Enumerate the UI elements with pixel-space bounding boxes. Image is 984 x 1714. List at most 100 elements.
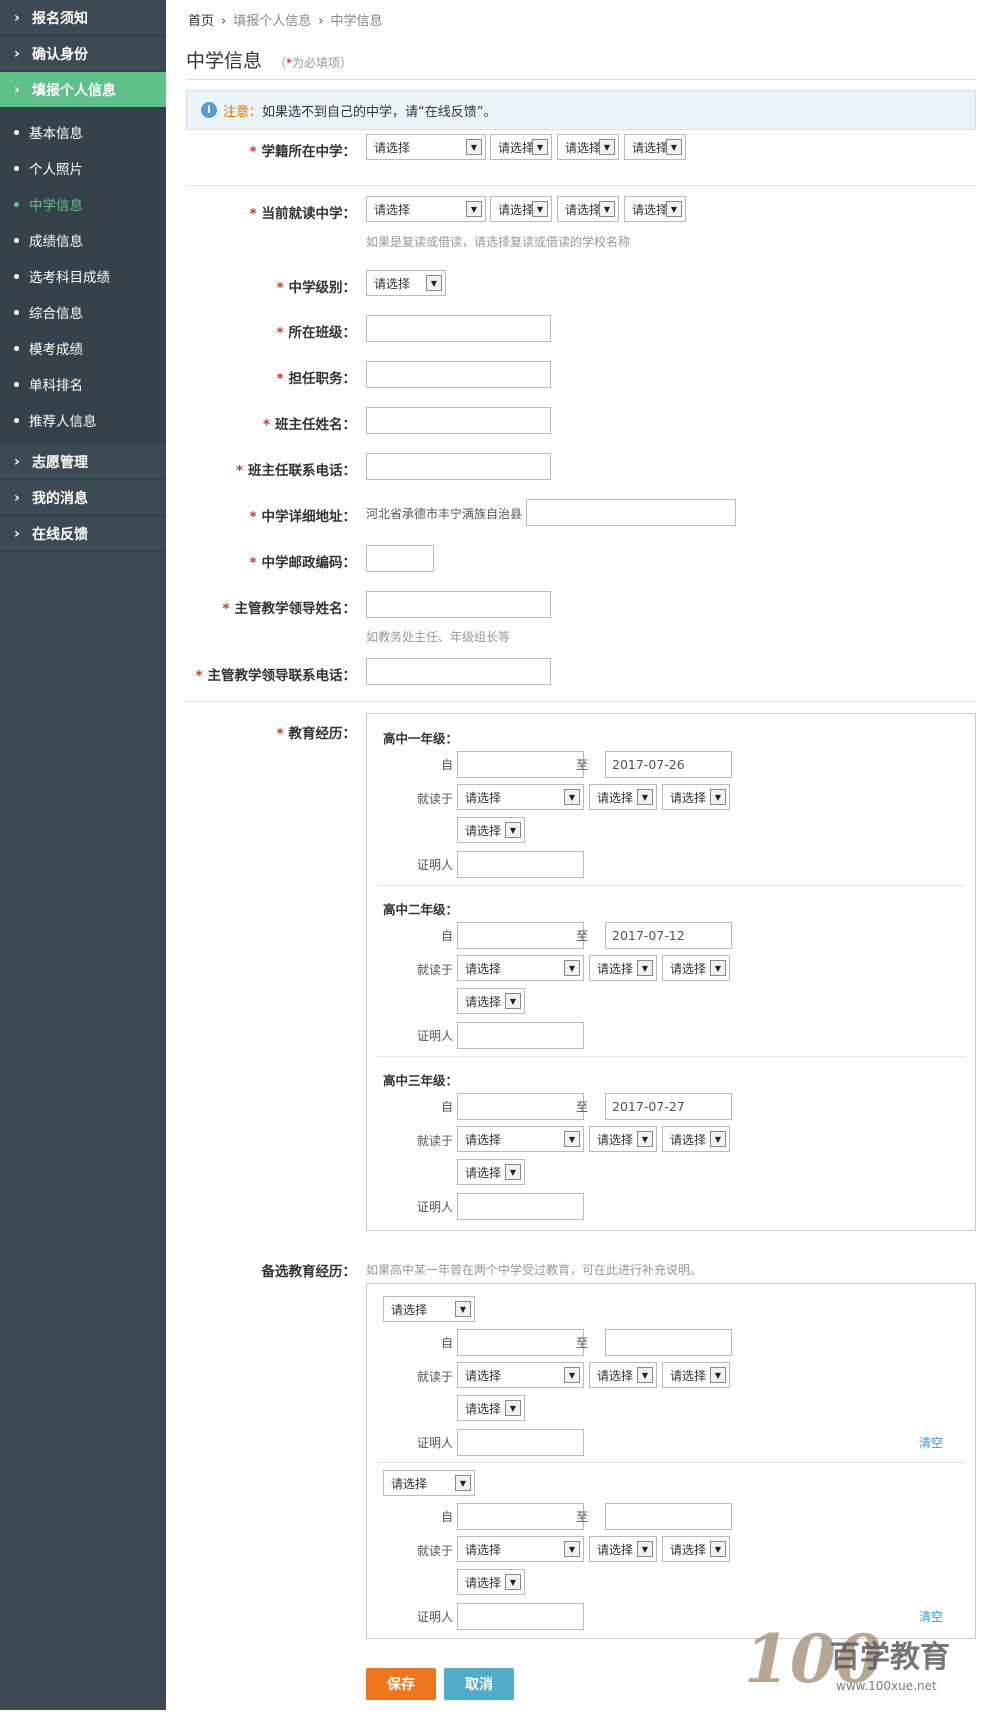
dropdown-arrow-icon: ▼ — [710, 1367, 726, 1383]
school-level-select[interactable]: 请选择 ▼ — [366, 270, 446, 296]
grade3-city-select[interactable]: 请选择 ▼ — [589, 1126, 657, 1152]
address-input[interactable] — [526, 499, 736, 526]
breadcrumb-home[interactable]: 首页 — [188, 14, 214, 29]
select-value: 请选择 — [465, 1542, 502, 1557]
sidebar-subitem-recommender[interactable]: 推荐人信息 — [0, 402, 166, 438]
alt2-grade-select[interactable]: 请选择 ▼ — [383, 1470, 475, 1496]
school-reg-school-select[interactable]: 请选择 ▼ — [624, 134, 686, 160]
required-note-open: （ — [274, 56, 287, 70]
dropdown-arrow-icon: ▼ — [637, 1367, 653, 1383]
alt1-witness-input[interactable] — [457, 1429, 584, 1456]
alt2-school-select[interactable]: 请选择 ▼ — [457, 1569, 525, 1595]
postcode-label: * 中学邮政编码： — [249, 551, 356, 571]
select-value: 请选择 — [498, 202, 535, 217]
grade2-county-select[interactable]: 请选择 ▼ — [662, 955, 730, 981]
grade2-city-select[interactable]: 请选择 ▼ — [589, 955, 657, 981]
sidebar-subitem-elective-scores[interactable]: 选考科目成绩 — [0, 258, 166, 294]
required-star-icon: * — [249, 509, 257, 525]
sidebar-subitem-subject-rank[interactable]: 单科排名 — [0, 366, 166, 402]
select-value: 请选择 — [597, 790, 634, 805]
grade2-witness-input[interactable] — [457, 1022, 584, 1049]
school-reg-county-select[interactable]: 请选择 ▼ — [557, 134, 619, 160]
sidebar-item-confirm-identity[interactable]: › 确认身份 — [0, 36, 166, 72]
alt1-grade-select[interactable]: 请选择 ▼ — [383, 1296, 475, 1322]
grade1-county-select[interactable]: 请选择 ▼ — [662, 784, 730, 810]
grade3-school-select[interactable]: 请选择 ▼ — [457, 1159, 525, 1185]
grade3-to-input[interactable]: 2017-07-27 — [605, 1093, 732, 1120]
sidebar-subitem-scores[interactable]: 成绩信息 — [0, 222, 166, 258]
witness-label: 证明人 — [416, 1200, 453, 1214]
cancel-button[interactable]: 取消 — [444, 1668, 514, 1700]
info-icon: i — [201, 102, 217, 118]
leader-name-label: * 主管教学领导姓名： — [222, 597, 356, 617]
select-value: 请选择 — [465, 994, 502, 1009]
grade1-witness-input[interactable] — [457, 851, 584, 878]
grade1-school-select[interactable]: 请选择 ▼ — [457, 817, 525, 843]
leader-phone-input[interactable] — [366, 658, 551, 685]
sidebar-item-volunteer[interactable]: › 志愿管理 — [0, 444, 166, 480]
sidebar-item-personal-info[interactable]: › 填报个人信息 — [0, 72, 166, 108]
postcode-input[interactable] — [366, 545, 434, 572]
sidebar-subitem-comprehensive[interactable]: 综合信息 — [0, 294, 166, 330]
leader-name-hint: 如教务处主任、年级组长等 — [366, 630, 511, 644]
grade1-to-input[interactable]: 2017-07-26 — [605, 751, 732, 778]
alt1-county-select[interactable]: 请选择 ▼ — [662, 1362, 730, 1388]
bullet-icon — [14, 273, 19, 279]
alt2-witness-input[interactable] — [457, 1603, 584, 1630]
alt1-province-select[interactable]: 请选择 ▼ — [457, 1362, 584, 1388]
alt2-province-select[interactable]: 请选择 ▼ — [457, 1536, 584, 1562]
dropdown-arrow-icon: ▼ — [455, 1475, 471, 1491]
save-button[interactable]: 保存 — [366, 1668, 436, 1700]
to-label: 至 — [575, 758, 588, 772]
teacher-phone-label: * 班主任联系电话： — [236, 459, 356, 479]
teacher-name-input[interactable] — [366, 407, 551, 434]
alt1-clear-link[interactable]: 清空 — [919, 1434, 943, 1451]
grade2-school-select[interactable]: 请选择 ▼ — [457, 988, 525, 1014]
grade2-label: 高中二年级： — [383, 902, 459, 917]
dropdown-arrow-icon: ▼ — [637, 1131, 653, 1147]
divider — [186, 185, 976, 186]
sidebar-subitem-mock-scores[interactable]: 模考成绩 — [0, 330, 166, 366]
divider — [186, 701, 976, 702]
grade2-province-select[interactable]: 请选择 ▼ — [457, 955, 584, 981]
school-cur-province-select[interactable]: 请选择 ▼ — [366, 196, 486, 222]
school-reg-city-select[interactable]: 请选择 ▼ — [490, 134, 552, 160]
grade2-to-input[interactable]: 2017-07-12 — [605, 922, 732, 949]
sidebar-subitem-basic-info[interactable]: 基本信息 — [0, 114, 166, 150]
duty-input[interactable] — [366, 361, 551, 388]
notice-feedback-link[interactable]: “在线反馈” — [418, 101, 483, 120]
address-prefix: 河北省承德市丰宁满族自治县 — [366, 507, 523, 521]
grade3-county-select[interactable]: 请选择 ▼ — [662, 1126, 730, 1152]
teacher-phone-input[interactable] — [366, 453, 551, 480]
alt2-county-select[interactable]: 请选择 ▼ — [662, 1536, 730, 1562]
alt1-city-select[interactable]: 请选择 ▼ — [589, 1362, 657, 1388]
alt2-city-select[interactable]: 请选择 ▼ — [589, 1536, 657, 1562]
class-input[interactable] — [366, 315, 551, 342]
grade3-witness-input[interactable] — [457, 1193, 584, 1220]
breadcrumb-current: 中学信息 — [330, 14, 383, 29]
school-cur-city-select[interactable]: 请选择 ▼ — [490, 196, 552, 222]
sidebar-item-label: 我的消息 — [32, 490, 88, 507]
chevron-right-icon: › — [14, 453, 20, 470]
label-text: 当前就读中学： — [261, 206, 357, 222]
sidebar-item-messages[interactable]: › 我的消息 — [0, 480, 166, 516]
sidebar-subitem-photo[interactable]: 个人照片 — [0, 150, 166, 186]
row-class: * 所在班级： — [186, 315, 976, 345]
alt1-school-select[interactable]: 请选择 ▼ — [457, 1395, 525, 1421]
sidebar-item-feedback[interactable]: › 在线反馈 — [0, 516, 166, 552]
notice-text: 如果选不到自己的中学，请 — [262, 104, 419, 120]
alt2-to-input[interactable] — [605, 1503, 732, 1530]
witness-label: 证明人 — [416, 1436, 453, 1450]
grade1-city-select[interactable]: 请选择 ▼ — [589, 784, 657, 810]
school-reg-province-select[interactable]: 请选择 ▼ — [366, 134, 486, 160]
grade1-province-select[interactable]: 请选择 ▼ — [457, 784, 584, 810]
required-star-icon: * — [276, 280, 284, 296]
alt1-to-input[interactable] — [605, 1329, 732, 1356]
school-cur-county-select[interactable]: 请选择 ▼ — [557, 196, 619, 222]
breadcrumb-personal-info[interactable]: 填报个人信息 — [233, 14, 311, 29]
school-cur-school-select[interactable]: 请选择 ▼ — [624, 196, 686, 222]
grade3-province-select[interactable]: 请选择 ▼ — [457, 1126, 584, 1152]
leader-name-input[interactable] — [366, 591, 551, 618]
sidebar-subitem-middle-school[interactable]: 中学信息 — [0, 186, 166, 222]
sidebar-item-registration-notice[interactable]: › 报名须知 — [0, 0, 166, 36]
